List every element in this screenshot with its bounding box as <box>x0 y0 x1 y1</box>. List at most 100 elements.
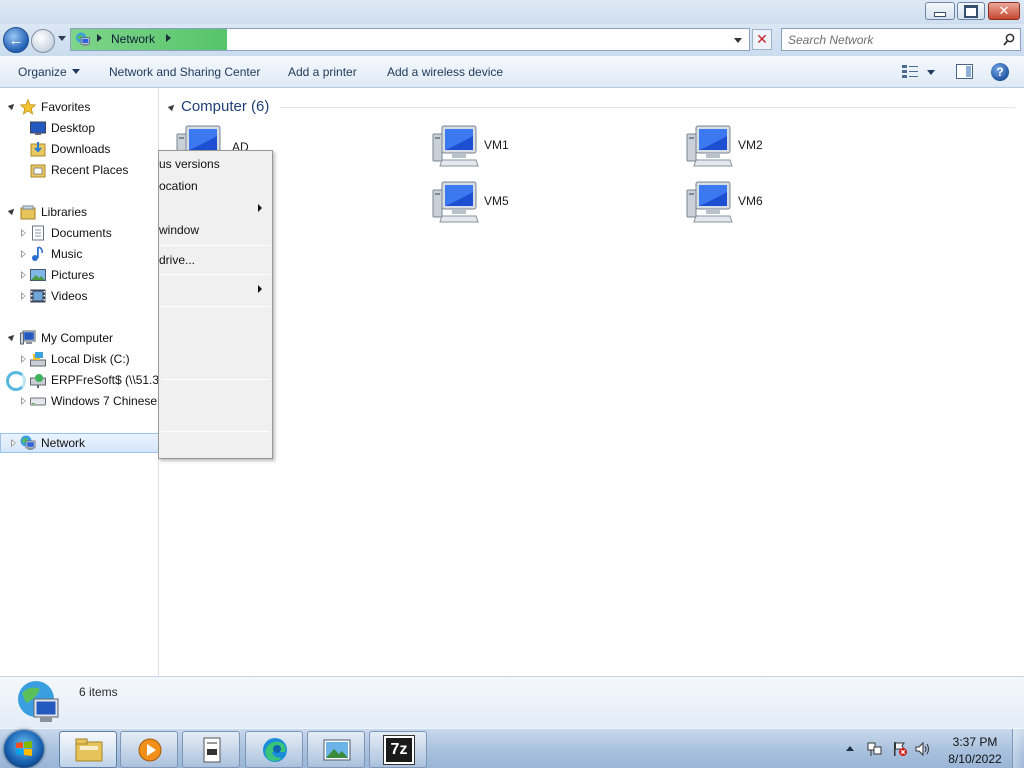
taskbar-photo-viewer[interactable] <box>307 731 365 768</box>
expander-closed-icon[interactable] <box>21 229 26 237</box>
start-button[interactable] <box>4 730 44 768</box>
nav-label: Desktop <box>51 121 96 135</box>
add-wireless-device-button[interactable]: Add a wireless device <box>387 65 503 79</box>
show-desktop-button[interactable] <box>1012 729 1024 768</box>
libraries-icon <box>20 205 36 220</box>
context-menu-item-submenu[interactable] <box>159 198 272 218</box>
organize-menu[interactable]: Organize <box>18 65 80 79</box>
network-computer-item[interactable]: VM6 <box>686 180 906 228</box>
clock-date[interactable]: 8/10/2022 <box>944 752 1006 766</box>
network-computer-item[interactable]: VM2 <box>686 124 906 172</box>
expander-closed-icon[interactable] <box>21 397 26 405</box>
context-menu-item-map-drive[interactable]: drive... <box>159 250 272 270</box>
nav-desktop[interactable]: Desktop <box>0 118 158 138</box>
expander-open-icon[interactable] <box>7 206 17 216</box>
sevenzip-icon: 7z <box>383 735 415 765</box>
back-button[interactable]: ← <box>3 27 29 53</box>
add-printer-button[interactable]: Add a printer <box>288 65 357 79</box>
nav-videos[interactable]: Videos <box>0 286 158 306</box>
computer-icon <box>686 180 734 226</box>
address-bar[interactable]: Network <box>70 28 750 51</box>
nav-label: Videos <box>51 289 88 303</box>
taskbar-explorer[interactable] <box>59 731 117 768</box>
nav-music[interactable]: Music <box>0 244 158 264</box>
nav-documents[interactable]: Documents <box>0 223 158 243</box>
preview-pane-icon[interactable] <box>956 64 973 79</box>
clock-time[interactable]: 3:37 PM <box>946 735 1004 749</box>
local-disk-icon <box>30 352 46 367</box>
taskbar-document-app[interactable] <box>182 731 240 768</box>
nav-favorites[interactable]: Favorites <box>0 97 158 117</box>
nav-my-computer[interactable]: My Computer <box>0 328 158 348</box>
forward-button[interactable] <box>31 29 55 53</box>
close-icon: ✕ <box>998 3 1010 18</box>
nav-windows7-chinese[interactable]: Windows 7 Chinese <box>0 391 158 411</box>
file-list[interactable]: Computer (6) AD VM1 VM2 VM5 VM6 <box>160 88 1024 676</box>
menu-separator <box>161 245 270 246</box>
nav-recent-places[interactable]: Recent Places <box>0 160 158 180</box>
nav-label: Recent Places <box>51 163 129 177</box>
nav-label: Windows 7 Chinese <box>51 394 158 408</box>
stop-button[interactable]: ✕ <box>752 29 772 50</box>
title-bar: ✕ <box>0 0 1024 24</box>
minimize-button[interactable] <box>925 2 955 20</box>
maximize-button[interactable] <box>957 2 985 20</box>
context-menu-item-location[interactable]: ocation <box>159 176 272 196</box>
nav-erp-network-share[interactable]: ERPFreSoft$ (\\51.38 <box>0 370 158 391</box>
view-options-dropdown[interactable] <box>927 70 935 75</box>
taskbar-7zip[interactable]: 7z <box>369 731 427 768</box>
expander-open-icon[interactable] <box>7 332 17 342</box>
expander-closed-icon[interactable] <box>11 439 16 447</box>
expander-closed-icon[interactable] <box>21 250 26 258</box>
network-computer-item[interactable]: VM5 <box>432 180 652 228</box>
breadcrumb-chevron-icon[interactable] <box>166 34 171 42</box>
address-history-dropdown[interactable] <box>734 38 742 43</box>
context-menu-item-previous-versions[interactable]: us versions <box>159 154 272 174</box>
show-hidden-icons-button[interactable] <box>846 746 854 751</box>
folder-icon <box>75 738 103 762</box>
expander-closed-icon[interactable] <box>21 271 26 279</box>
music-note-icon <box>32 246 43 261</box>
expander-closed-icon[interactable] <box>21 292 26 300</box>
close-button[interactable]: ✕ <box>988 2 1020 20</box>
nav-local-disk[interactable]: Local Disk (C:) <box>0 349 158 369</box>
details-pane: 6 items <box>0 676 1024 728</box>
computer-icon <box>432 180 480 226</box>
item-label: VM5 <box>484 194 509 208</box>
nav-downloads[interactable]: Downloads <box>0 139 158 159</box>
network-computer-item[interactable]: VM1 <box>432 124 652 172</box>
document-icon <box>203 737 221 763</box>
action-center-flag-icon[interactable] <box>892 741 908 757</box>
search-input[interactable] <box>788 32 988 48</box>
context-menu-item-submenu[interactable] <box>159 279 272 299</box>
network-sharing-center-button[interactable]: Network and Sharing Center <box>109 65 260 79</box>
taskbar-media-player[interactable] <box>120 731 178 768</box>
search-icon[interactable] <box>1003 33 1015 46</box>
breadcrumb-network[interactable]: Network <box>111 32 155 46</box>
nav-label: Downloads <box>51 142 111 156</box>
breadcrumb-separator-icon[interactable] <box>97 34 102 42</box>
menu-separator <box>161 431 270 432</box>
nav-network[interactable]: Network <box>0 433 158 453</box>
group-divider <box>280 107 1015 108</box>
menu-label: ocation <box>159 179 198 193</box>
group-header-computer[interactable]: Computer (6) <box>181 98 269 115</box>
search-box[interactable] <box>781 28 1021 51</box>
nav-label: Pictures <box>51 268 95 282</box>
help-icon[interactable]: ? <box>991 63 1009 81</box>
group-collapse-icon[interactable] <box>167 102 177 112</box>
volume-icon[interactable] <box>915 741 931 757</box>
expander-open-icon[interactable] <box>7 101 17 111</box>
nav-label: Documents <box>51 226 112 240</box>
taskbar-edge-browser[interactable] <box>245 731 303 768</box>
back-arrow-icon: ← <box>8 31 24 49</box>
nav-libraries[interactable]: Libraries <box>0 202 158 222</box>
recent-pages-dropdown[interactable] <box>58 36 66 41</box>
nav-pictures[interactable]: Pictures <box>0 265 158 285</box>
drive-icon <box>30 397 46 406</box>
context-menu-item-new-window[interactable]: window <box>159 220 272 240</box>
address-row: ← Network ✕ <box>0 24 1024 56</box>
change-view-icon[interactable] <box>902 65 918 79</box>
network-tray-icon[interactable] <box>867 741 883 757</box>
expander-closed-icon[interactable] <box>21 355 26 363</box>
